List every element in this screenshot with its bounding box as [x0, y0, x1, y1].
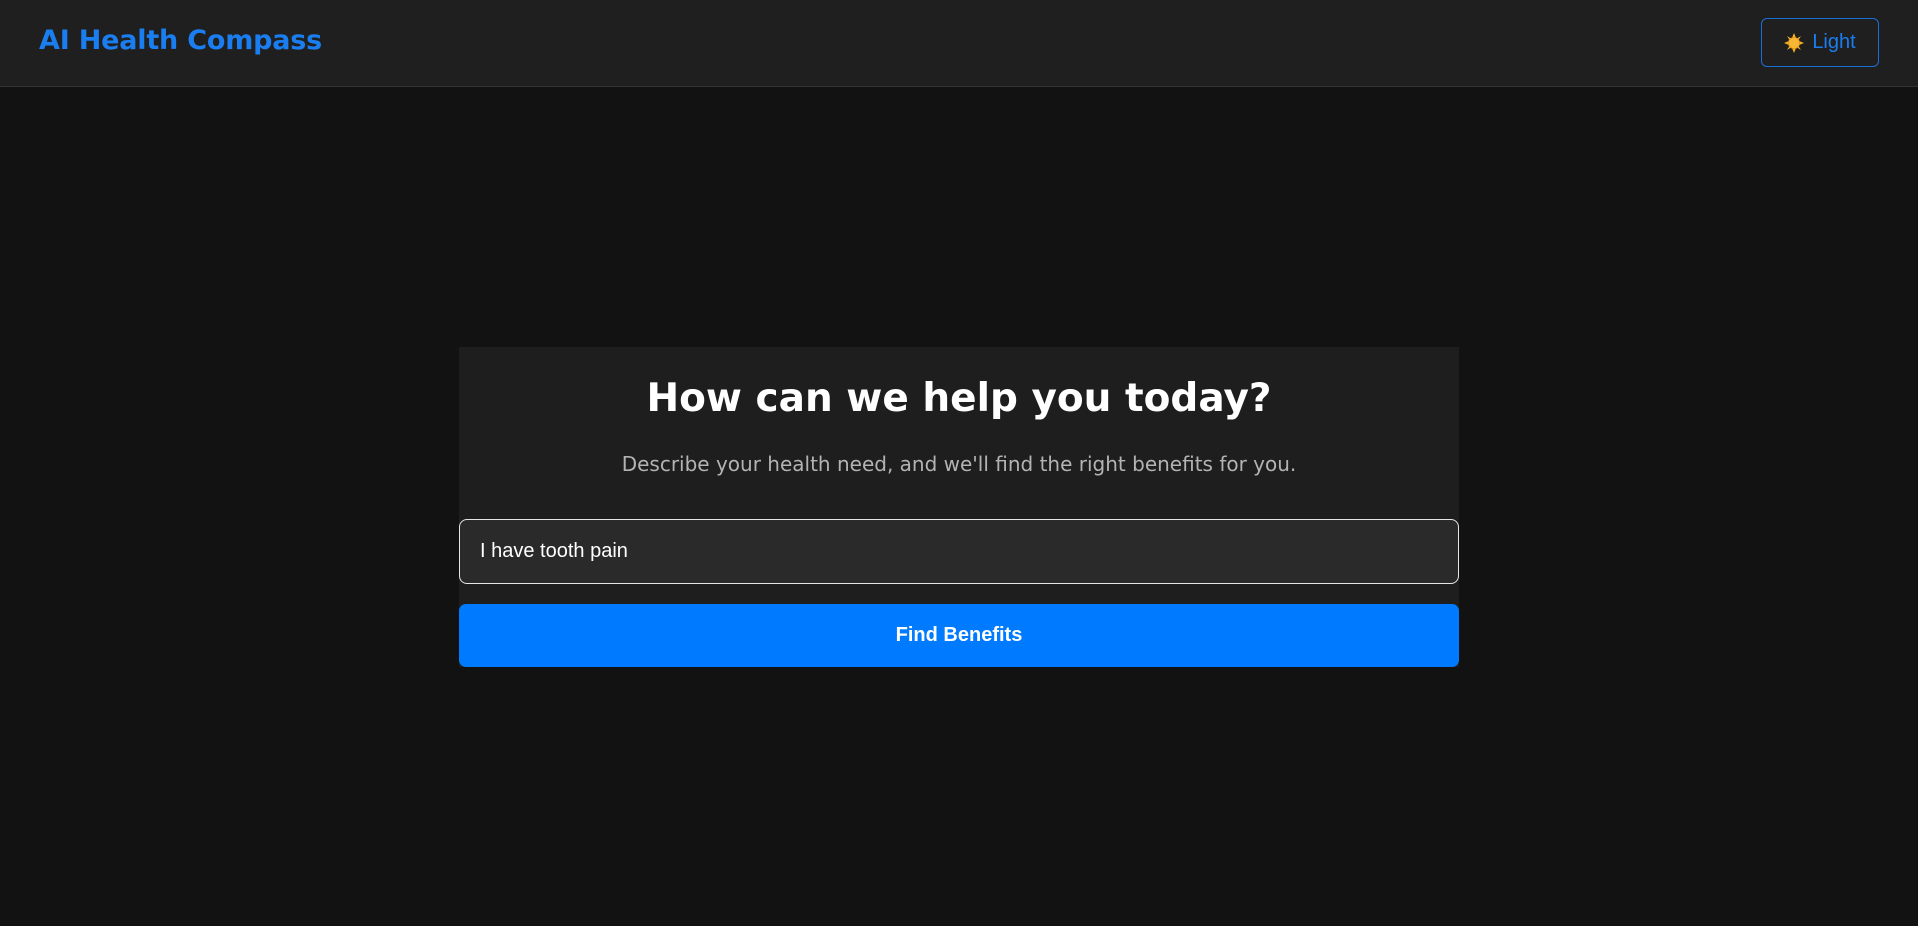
find-benefits-button[interactable]: Find Benefits — [459, 604, 1459, 667]
search-card: How can we help you today? Describe your… — [459, 347, 1459, 667]
theme-toggle-label: Light — [1812, 31, 1856, 53]
page-subtitle: Describe your health need, and we'll fin… — [621, 452, 1297, 476]
app-brand[interactable]: AI Health Compass — [39, 25, 322, 56]
app-header: AI Health Compass Light — [0, 0, 1918, 87]
health-need-input[interactable] — [459, 519, 1459, 584]
sun-icon — [1784, 32, 1805, 53]
theme-toggle-button[interactable]: Light — [1761, 18, 1879, 67]
page-title: How can we help you today? — [646, 376, 1272, 421]
